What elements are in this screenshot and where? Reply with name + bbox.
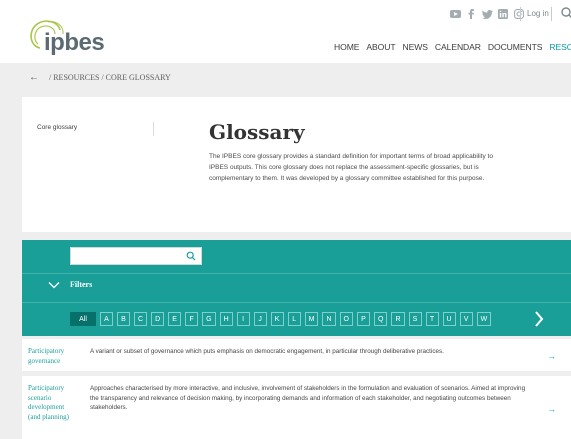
letter-button[interactable]: S <box>408 312 422 326</box>
ipbes-logo[interactable]: ipbes <box>26 18 105 58</box>
letter-button[interactable]: G <box>202 312 216 326</box>
glossary-entry[interactable]: Participatory governance A variant or su… <box>22 339 571 371</box>
page: ipbes Log in HOME ABOUT NEWS CALENDAR DO… <box>0 0 571 439</box>
glossary-term[interactable]: Participatory scenario development (and … <box>28 384 78 422</box>
letter-button[interactable]: O <box>339 312 353 326</box>
letter-button[interactable]: H <box>219 312 233 326</box>
chevron-right-icon[interactable] <box>534 311 544 327</box>
letter-button[interactable]: M <box>304 312 319 326</box>
facebook-icon[interactable] <box>465 8 477 20</box>
main-nav: HOME ABOUT NEWS CALENDAR DOCUMENTS RESOU… <box>334 42 571 52</box>
breadcrumb-path[interactable]: / RESOURCES / CORE GLOSSARY <box>49 73 171 82</box>
letter-button[interactable]: V <box>459 312 473 326</box>
letter-button[interactable]: A <box>100 312 113 326</box>
breadcrumb: ← / RESOURCES / CORE GLOSSARY <box>29 72 171 83</box>
letter-button[interactable]: T <box>425 312 439 326</box>
youtube-icon[interactable] <box>449 8 461 20</box>
letter-button[interactable]: B <box>117 312 130 326</box>
letter-button[interactable]: K <box>270 312 284 326</box>
letter-button[interactable]: C <box>134 312 148 326</box>
arrow-right-icon[interactable]: → <box>547 351 556 361</box>
nav-item-documents[interactable]: DOCUMENTS <box>488 42 543 52</box>
letter-button[interactable]: R <box>391 312 405 326</box>
filters-toggle[interactable]: Filters <box>48 280 92 289</box>
search-input[interactable] <box>70 247 202 265</box>
logo-text: ipbes <box>44 29 105 56</box>
login-link[interactable]: Log in <box>527 9 549 18</box>
vertical-divider <box>153 122 154 136</box>
letter-button[interactable]: W <box>476 312 492 326</box>
linkedin-icon[interactable] <box>497 8 509 20</box>
search-icon[interactable] <box>186 251 196 261</box>
search-icon[interactable] <box>560 6 571 20</box>
glossary-search-panel: Filters All A B C D E F G H I J K L M N … <box>22 240 571 336</box>
twitter-icon[interactable] <box>481 8 493 20</box>
filters-label: Filters <box>70 280 93 289</box>
page-description: The IPBES core glossary provides a stand… <box>209 153 493 182</box>
letter-all-button[interactable]: All <box>70 312 96 326</box>
nav-item-calendar[interactable]: CALENDAR <box>435 42 481 52</box>
intro-card: Core glossary Glossary The IPBES core gl… <box>22 97 571 232</box>
nav-item-resources[interactable]: RESOURCES <box>549 42 571 52</box>
instagram-icon[interactable] <box>513 8 525 20</box>
letter-button[interactable]: I <box>236 312 250 326</box>
letter-button[interactable]: U <box>442 312 456 326</box>
glossary-definition: A variant or subset of governance which … <box>90 348 444 355</box>
arrow-right-icon[interactable]: → <box>547 404 556 414</box>
letter-button[interactable]: L <box>287 312 301 326</box>
site-header: ipbes Log in HOME ABOUT NEWS CALENDAR DO… <box>0 0 571 63</box>
nav-item-about[interactable]: ABOUT <box>366 42 395 52</box>
nav-item-home[interactable]: HOME <box>334 42 359 52</box>
letter-button[interactable]: P <box>357 312 370 326</box>
glossary-definition: Approaches characterised by more interac… <box>90 385 526 411</box>
letter-button[interactable]: D <box>151 312 165 326</box>
letter-button[interactable]: E <box>168 312 182 326</box>
letter-button[interactable]: N <box>322 312 336 326</box>
letter-button[interactable]: J <box>253 312 267 326</box>
side-nav-core-glossary[interactable]: Core glossary <box>37 124 77 131</box>
letter-button[interactable]: F <box>185 312 199 326</box>
nav-item-news[interactable]: NEWS <box>403 42 428 52</box>
glossary-term[interactable]: Participatory governance <box>28 347 78 366</box>
glossary-entry[interactable]: Participatory scenario development (and … <box>22 376 571 439</box>
panel-divider <box>22 302 571 303</box>
social-links <box>449 8 525 20</box>
header-divider <box>520 7 521 21</box>
letter-filter: All A B C D E F G H I J K L M N O P Q R … <box>70 312 492 326</box>
page-title: Glossary <box>209 120 305 144</box>
panel-divider <box>22 273 571 274</box>
header-divider <box>551 7 552 21</box>
back-arrow-icon[interactable]: ← <box>29 72 39 83</box>
letter-button[interactable]: Q <box>374 312 388 326</box>
chevron-down-icon <box>48 281 60 288</box>
